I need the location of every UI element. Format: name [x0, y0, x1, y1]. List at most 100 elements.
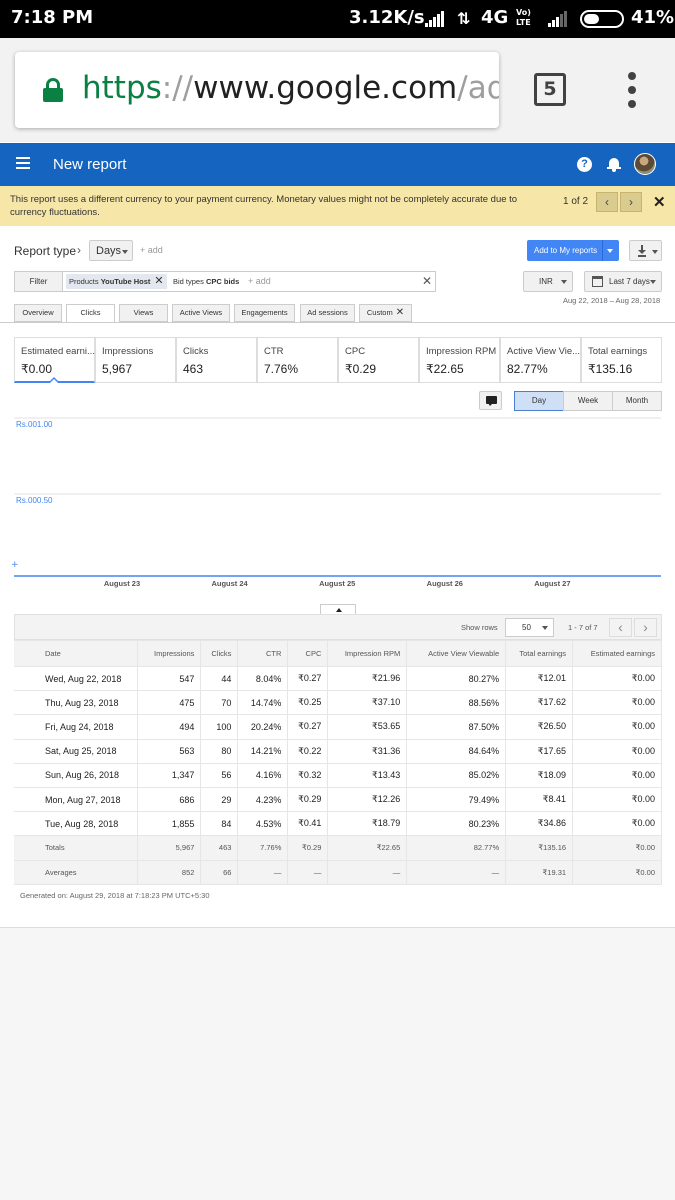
scorecard-value: 463 [183, 362, 204, 376]
date-range-dropdown[interactable]: Last 7 days [584, 271, 662, 292]
y-tick-label: Rs.001.00 [16, 420, 53, 429]
table-cell: ₹0.00 [572, 787, 662, 813]
help-icon[interactable]: ? [577, 157, 592, 172]
add-dimension-link[interactable]: + add [140, 245, 163, 255]
table-cell: 463 [200, 835, 239, 861]
url-path: /adse [457, 70, 499, 106]
page-footer-area [0, 928, 675, 1200]
chip-close-icon[interactable]: ✕ [154, 275, 163, 287]
scorecard-total-earnings[interactable]: Total earnings ₹135.16 [581, 337, 662, 383]
address-bar[interactable]: https://www.google.com/adse [15, 52, 499, 128]
download-button[interactable] [629, 240, 662, 261]
tab-custom[interactable]: Custom ✕ [359, 304, 412, 322]
calendar-icon [592, 276, 603, 287]
scorecard-impression-rpm[interactable]: Impression RPM ₹22.65 [419, 337, 500, 383]
x-tick-label: August 24 [211, 579, 248, 588]
banner-close-icon[interactable]: ✕ [653, 193, 666, 211]
scorecard-clicks[interactable]: Clicks 463 [176, 337, 257, 383]
annotation-comment-icon[interactable] [479, 391, 502, 410]
browser-toolbar: https://www.google.com/adse 5 [0, 38, 675, 142]
tab-switcher-button[interactable]: 5 [534, 73, 566, 106]
banner-prev-button[interactable]: ‹ [596, 192, 618, 212]
page-title: New report [53, 156, 127, 173]
app-bar: New report ? [0, 143, 675, 186]
table-row: Thu, Aug 23, 2018 475 70 14.74% ₹0.25 ₹37.10 8… [14, 690, 662, 716]
table-toolbar: Show rows 50 1 - 7 of 7 ‹ › [14, 614, 662, 640]
scorecard-title: Clicks [183, 346, 209, 357]
banner-pager: 1 of 2 [563, 196, 589, 207]
tab-active-views[interactable]: Active Views [172, 304, 230, 322]
volte-indicator: Vo) LTE [516, 8, 531, 28]
granularity-month-button[interactable]: Month [612, 391, 662, 411]
column-header-impressions[interactable]: Impressions [137, 640, 202, 667]
column-header-estimated-earnings[interactable]: Estimated earnings [572, 640, 662, 667]
table-cell: Sun, Aug 26, 2018 [14, 763, 139, 788]
table-cell: 475 [137, 690, 202, 716]
network-type: 4G [481, 7, 509, 28]
avatar[interactable] [634, 153, 656, 175]
tab-overview[interactable]: Overview [14, 304, 62, 322]
filter-add-input[interactable]: + add [248, 276, 271, 286]
table-cell: 44 [200, 666, 239, 692]
column-header-total-earnings[interactable]: Total earnings [505, 640, 574, 667]
url-scheme: https [82, 70, 162, 106]
column-header-date[interactable]: Date [14, 640, 139, 667]
table-cell: ₹53.65 [327, 714, 408, 740]
column-header-cpc[interactable]: CPC [287, 640, 329, 667]
scorecard-value: 82.77% [507, 362, 548, 376]
rows-per-page-dropdown[interactable]: 50 [505, 618, 554, 637]
table-cell: ₹0.41 [287, 811, 329, 837]
column-header-impression-rpm[interactable]: Impression RPM [327, 640, 408, 667]
x-tick-label: August 26 [427, 579, 463, 588]
close-icon[interactable]: ✕ [396, 307, 404, 318]
table-cell: 56 [200, 763, 239, 788]
report-type-dropdown[interactable]: Days [89, 240, 133, 261]
tab-ad-sessions[interactable]: Ad sessions [300, 304, 355, 322]
filter-clear-icon[interactable]: ✕ [422, 274, 432, 288]
next-page-button[interactable]: › [634, 618, 657, 637]
browser-menu-icon[interactable] [626, 72, 638, 108]
notifications-bell-icon[interactable] [607, 157, 621, 172]
filter-chip-products[interactable]: Products YouTube Host ✕ [66, 274, 167, 289]
table-cell: ₹0.25 [287, 690, 329, 716]
table-cell: ₹17.62 [505, 690, 574, 716]
scorecard-impressions[interactable]: Impressions 5,967 [95, 337, 176, 383]
tab-views[interactable]: Views [119, 304, 168, 322]
table-cell: ₹0.00 [572, 860, 662, 885]
column-header-ctr[interactable]: CTR [237, 640, 289, 667]
generated-timestamp: Generated on: August 29, 2018 at 7:18:23… [20, 891, 210, 900]
volte-line1: Vo) [516, 8, 531, 17]
column-header-clicks[interactable]: Clicks [200, 640, 239, 667]
add-to-my-reports-button[interactable]: Add to My reports [527, 240, 619, 261]
table-cell: Mon, Aug 27, 2018 [14, 787, 139, 813]
table-cell: 87.50% [406, 714, 507, 740]
scorecard-value: ₹0.29 [345, 362, 376, 376]
currency-dropdown[interactable]: INR [523, 271, 573, 292]
table-cell: 14.74% [237, 690, 289, 716]
button-divider [602, 240, 603, 261]
banner-next-button[interactable]: › [620, 192, 642, 212]
scorecard-active-view-viewable[interactable]: Active View Vie... 82.77% [500, 337, 581, 383]
scorecard-ctr[interactable]: CTR 7.76% [257, 337, 338, 383]
column-header-active-view-viewable[interactable]: Active View Viewable [406, 640, 507, 667]
url-text[interactable]: https://www.google.com/adse [82, 70, 499, 106]
collapse-chart-handle[interactable] [320, 604, 356, 614]
granularity-day-button[interactable]: Day [514, 391, 564, 411]
scorecard-cpc[interactable]: CPC ₹0.29 [338, 337, 419, 383]
table-cell: — [406, 860, 507, 885]
pagination-range: 1 - 7 of 7 [568, 623, 598, 632]
filter-label[interactable]: Filter [15, 272, 63, 291]
table-cell: ₹0.00 [572, 739, 662, 764]
caret-down-icon[interactable] [607, 249, 613, 253]
granularity-week-button[interactable]: Week [563, 391, 613, 411]
show-rows-label: Show rows [461, 623, 498, 632]
tab-clicks[interactable]: Clicks [66, 304, 115, 323]
tab-engagements[interactable]: Engagements [234, 304, 295, 322]
prev-page-button[interactable]: ‹ [609, 618, 632, 637]
table-cell: 100 [200, 714, 239, 740]
filter-chip-bid-types[interactable]: Bid types CPC bids [170, 274, 242, 289]
table-cell: ₹37.10 [327, 690, 408, 716]
scorecard-title: CTR [264, 346, 284, 357]
scorecard-estimated-earnings[interactable]: Estimated earni... ₹0.00 [14, 337, 95, 383]
hamburger-menu-icon[interactable] [16, 157, 30, 169]
